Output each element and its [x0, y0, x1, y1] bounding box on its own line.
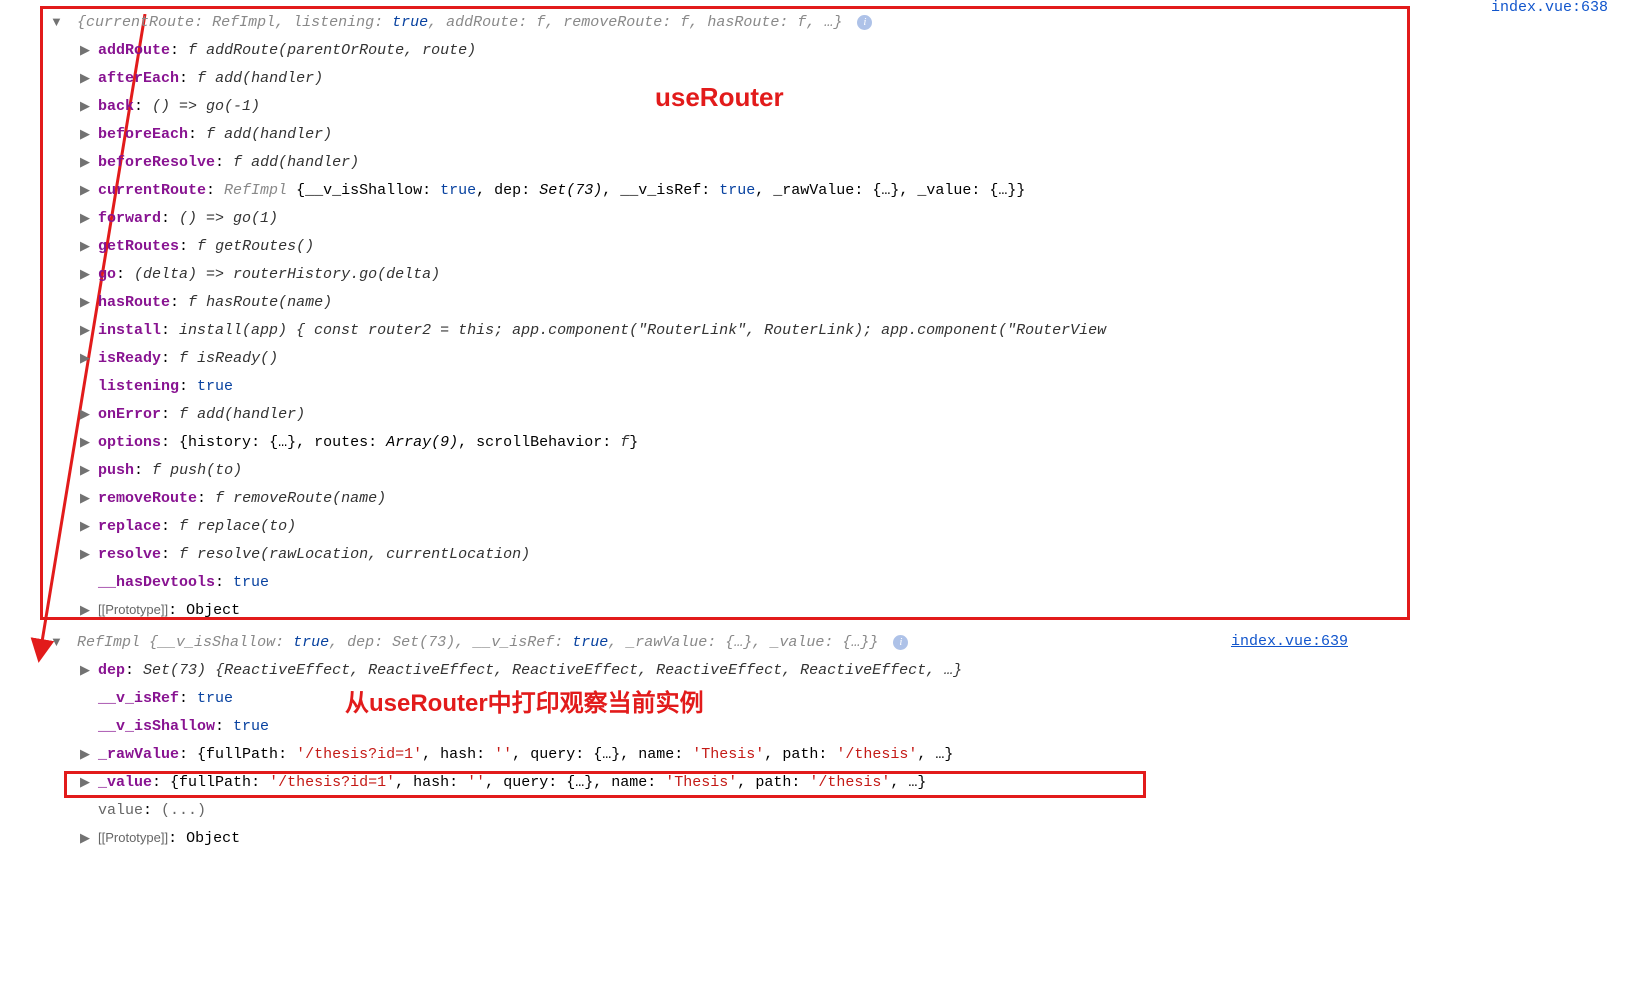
prop-prototype-2[interactable]: ▶[[Prototype]]: Object: [20, 824, 1608, 852]
expand-icon[interactable]: ▶: [80, 540, 96, 567]
prop-push[interactable]: ▶push: f push(to): [20, 456, 1608, 484]
prop-resolve[interactable]: ▶resolve: f resolve(rawLocation, current…: [20, 540, 1608, 568]
prop-hasRoute[interactable]: ▶hasRoute: f hasRoute(name): [20, 288, 1608, 316]
expand-icon[interactable]: ▶: [80, 768, 96, 795]
prop-options[interactable]: ▶options: {history: {…}, routes: Array(9…: [20, 428, 1608, 456]
expand-icon[interactable]: ▼: [50, 8, 66, 35]
expand-icon[interactable]: ▶: [80, 456, 96, 483]
expand-icon[interactable]: ▶: [80, 176, 96, 203]
prop-value-getter[interactable]: value: (...): [20, 796, 1608, 824]
expand-icon[interactable]: ▶: [80, 92, 96, 119]
console-object-summary[interactable]: ▼ {currentRoute: RefImpl, listening: tru…: [20, 8, 1608, 36]
prop-beforeEach[interactable]: ▶beforeEach: f add(handler): [20, 120, 1608, 148]
console-object-summary-2[interactable]: ▼ RefImpl {__v_isShallow: true, dep: Set…: [20, 628, 1608, 656]
prop-prototype[interactable]: ▶[[Prototype]]: Object: [20, 596, 1608, 624]
prop-onError[interactable]: ▶onError: f add(handler): [20, 400, 1608, 428]
prop-v-isShallow[interactable]: __v_isShallow: true: [20, 712, 1608, 740]
prop-v-isRef[interactable]: __v_isRef: true: [20, 684, 1608, 712]
prop-listening[interactable]: listening: true: [20, 372, 1608, 400]
expand-icon[interactable]: ▶: [80, 204, 96, 231]
expand-icon[interactable]: ▶: [80, 64, 96, 91]
expand-icon[interactable]: ▶: [80, 740, 96, 767]
expand-icon[interactable]: ▶: [80, 484, 96, 511]
source-link[interactable]: index.vue:639: [1231, 628, 1348, 655]
expand-icon[interactable]: ▶: [80, 232, 96, 259]
prop-currentRoute[interactable]: ▶currentRoute: RefImpl {__v_isShallow: t…: [20, 176, 1608, 204]
expand-icon[interactable]: ▶: [80, 120, 96, 147]
expand-icon[interactable]: ▶: [80, 400, 96, 427]
prop-beforeResolve[interactable]: ▶beforeResolve: f add(handler): [20, 148, 1608, 176]
prop-install[interactable]: ▶install: install(app) { const router2 =…: [20, 316, 1608, 344]
expand-icon[interactable]: ▶: [80, 824, 96, 851]
prop-go[interactable]: ▶go: (delta) => routerHistory.go(delta): [20, 260, 1608, 288]
expand-icon[interactable]: ▶: [80, 148, 96, 175]
info-icon[interactable]: i: [857, 15, 872, 30]
prop-replace[interactable]: ▶replace: f replace(to): [20, 512, 1608, 540]
prop-back[interactable]: ▶back: () => go(-1): [20, 92, 1608, 120]
prop-value[interactable]: ▶_value: {fullPath: '/thesis?id=1', hash…: [20, 768, 1608, 796]
prop-hasDevtools[interactable]: __hasDevtools: true: [20, 568, 1608, 596]
expand-icon[interactable]: ▶: [80, 288, 96, 315]
prop-removeRoute[interactable]: ▶removeRoute: f removeRoute(name): [20, 484, 1608, 512]
expand-icon[interactable]: ▶: [80, 512, 96, 539]
expand-icon[interactable]: ▶: [80, 260, 96, 287]
prop-isReady[interactable]: ▶isReady: f isReady(): [20, 344, 1608, 372]
prop-addRoute[interactable]: ▶addRoute: f addRoute(parentOrRoute, rou…: [20, 36, 1608, 64]
expand-icon[interactable]: ▶: [80, 316, 96, 343]
expand-icon[interactable]: ▶: [80, 36, 96, 63]
prop-afterEach[interactable]: ▶afterEach: f add(handler): [20, 64, 1608, 92]
prop-rawValue[interactable]: ▶_rawValue: {fullPath: '/thesis?id=1', h…: [20, 740, 1608, 768]
expand-icon[interactable]: ▶: [80, 428, 96, 455]
expand-icon[interactable]: ▶: [80, 344, 96, 371]
expand-icon[interactable]: ▼: [50, 628, 66, 655]
expand-icon[interactable]: ▶: [80, 596, 96, 623]
prop-dep[interactable]: ▶dep: Set(73) {ReactiveEffect, ReactiveE…: [20, 656, 1608, 684]
prop-forward[interactable]: ▶forward: () => go(1): [20, 204, 1608, 232]
info-icon[interactable]: i: [893, 635, 908, 650]
prop-getRoutes[interactable]: ▶getRoutes: f getRoutes(): [20, 232, 1608, 260]
expand-icon[interactable]: ▶: [80, 656, 96, 683]
